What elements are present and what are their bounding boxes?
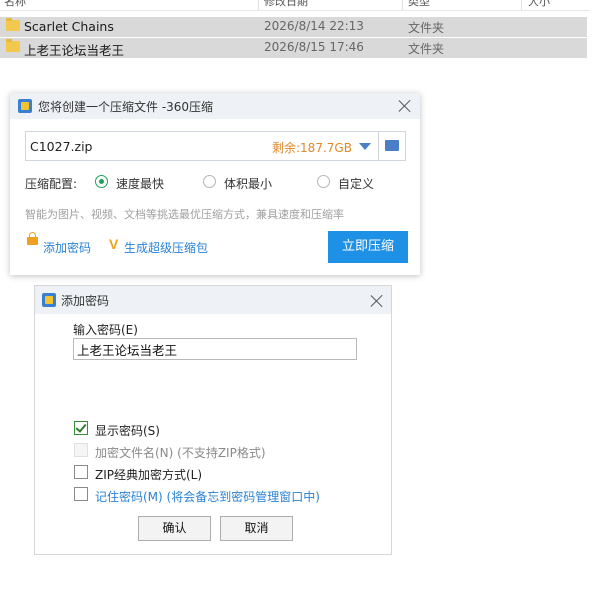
option-fastest-label[interactable]: 速度最快 — [116, 175, 164, 192]
compress-hint: 智能为图片、视频、文档等挑选最优压缩方式，兼具速度和压缩率 — [25, 208, 344, 221]
remember-password-checkbox[interactable] — [74, 487, 88, 501]
app-icon — [18, 99, 32, 113]
archive-path-field[interactable]: C1027.zip 剩余:187.7GB — [25, 131, 406, 161]
file-row[interactable]: Scarlet Chains 2026/8/14 22:13 文件夹 — [0, 17, 587, 37]
app-icon — [42, 293, 56, 307]
column-divider — [521, 0, 522, 10]
dialog-titlebar[interactable]: 添加密码 — [35, 286, 391, 314]
folder-icon — [6, 18, 20, 31]
cancel-button[interactable]: 取消 — [220, 516, 293, 541]
file-name: 上老王论坛当老王 — [24, 43, 125, 58]
zip-classic-label[interactable]: ZIP经典加密方式(L) — [95, 466, 202, 483]
encrypt-filenames-label[interactable]: 加密文件名(N) (不支持ZIP格式) — [95, 444, 266, 461]
encrypt-filenames-checkbox[interactable] — [74, 443, 88, 457]
free-space-label: 剩余:187.7GB — [272, 141, 352, 155]
file-type: 文件夹 — [408, 21, 445, 35]
password-input[interactable] — [73, 338, 357, 360]
archive-filename[interactable]: C1027.zip — [30, 139, 92, 154]
folder-icon — [6, 39, 20, 52]
add-password-link[interactable]: 添加密码 — [43, 239, 91, 256]
config-label: 压缩配置: — [25, 177, 78, 191]
remember-password-label[interactable]: 记住密码(M) (将会备忘到密码管理窗口中) — [95, 488, 320, 505]
dialog-titlebar[interactable]: 您将创建一个压缩文件 -360压缩 — [10, 93, 420, 119]
column-header-date[interactable]: 修改日期 — [264, 0, 308, 9]
column-header-name[interactable]: 名称 — [4, 0, 26, 9]
close-icon[interactable] — [398, 99, 412, 113]
column-header-size[interactable]: 大小 — [528, 0, 550, 9]
dialog-title: 您将创建一个压缩文件 -360压缩 — [38, 100, 214, 114]
option-custom-label[interactable]: 自定义 — [338, 175, 374, 192]
radio-fastest[interactable] — [95, 175, 108, 188]
file-date: 2026/8/14 22:13 — [264, 19, 364, 33]
zip-classic-checkbox[interactable] — [74, 465, 88, 479]
file-row[interactable]: 上老王论坛当老王 2026/8/15 17:46 文件夹 — [0, 38, 587, 58]
file-date: 2026/8/15 17:46 — [264, 40, 364, 54]
show-password-checkbox[interactable] — [74, 421, 88, 435]
compress-dialog: 您将创建一个压缩文件 -360压缩 C1027.zip 剩余:187.7GB 压… — [10, 93, 420, 275]
super-pack-link[interactable]: 生成超级压缩包 — [124, 239, 208, 256]
password-input-label: 输入密码(E) — [73, 323, 138, 337]
show-password-label[interactable]: 显示密码(S) — [95, 422, 160, 439]
divider — [378, 132, 379, 160]
password-dialog: 添加密码 输入密码(E) 显示密码(S) 加密文件名(N) (不支持ZIP格式)… — [34, 285, 392, 555]
column-divider — [402, 0, 403, 10]
file-name: Scarlet Chains — [24, 19, 114, 34]
ok-button[interactable]: 确认 — [138, 516, 211, 541]
file-type: 文件夹 — [408, 42, 445, 56]
folder-icon[interactable] — [385, 140, 399, 151]
radio-smallest[interactable] — [203, 175, 216, 188]
file-list-header: 名称 修改日期 类型 大小 — [0, 0, 590, 11]
column-header-type[interactable]: 类型 — [408, 0, 430, 9]
dialog-title: 添加密码 — [61, 294, 110, 308]
chevron-down-icon[interactable] — [359, 143, 371, 150]
close-icon[interactable] — [370, 294, 384, 308]
radio-custom[interactable] — [317, 175, 330, 188]
vip-icon: V — [109, 236, 119, 252]
lock-icon[interactable] — [27, 232, 38, 245]
compress-now-button[interactable]: 立即压缩 — [328, 231, 408, 263]
option-smallest-label[interactable]: 体积最小 — [224, 175, 272, 192]
column-divider — [258, 0, 259, 10]
